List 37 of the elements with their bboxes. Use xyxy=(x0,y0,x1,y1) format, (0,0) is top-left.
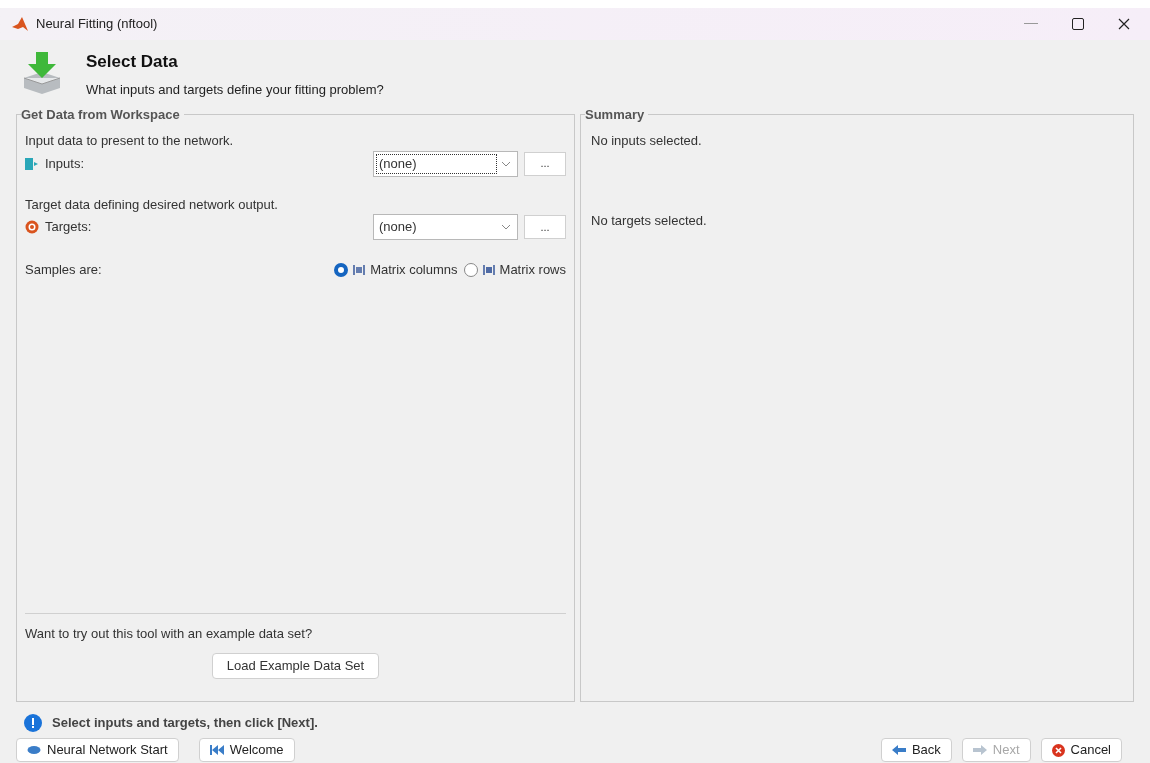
info-icon xyxy=(24,714,42,732)
summary-text: No inputs selected. xyxy=(591,132,703,150)
right-arrow-icon xyxy=(972,745,987,755)
matrix-rows-icon xyxy=(482,263,495,276)
window-title: Neural Fitting (nftool) xyxy=(36,15,158,34)
page-subtitle: What inputs and targets define your fitting problem? xyxy=(86,81,384,99)
samples-label: Samples are: xyxy=(25,261,102,279)
data-dropdown[interactable]: (none) xyxy=(373,214,518,240)
input-arrow-icon xyxy=(25,156,39,171)
cancel-button[interactable]: Cancel xyxy=(1040,738,1122,762)
maximize-icon[interactable] xyxy=(1072,18,1084,30)
back-button[interactable]: Back xyxy=(880,738,952,762)
data-dropdown[interactable]: (none) xyxy=(373,150,518,177)
field-description: Input data to present to the network. xyxy=(25,132,235,150)
cancel-icon xyxy=(1051,743,1065,757)
page-title: Select Data xyxy=(86,51,179,73)
left-arrow-icon xyxy=(891,745,906,755)
sample-orientation-radio[interactable]: Matrix rows xyxy=(463,260,566,280)
start-button[interactable]: Neural Network Start xyxy=(16,738,179,762)
field-description: Target data defining desired network output. xyxy=(25,195,279,214)
summary-text: No targets selected. xyxy=(591,211,708,230)
field-label: Inputs: xyxy=(45,154,85,173)
rewind-icon xyxy=(209,745,224,755)
welcome-button[interactable]: Welcome xyxy=(198,738,295,762)
close-icon[interactable] xyxy=(1118,18,1130,30)
browse-button[interactable]: ... xyxy=(524,151,566,176)
chevron-down-icon xyxy=(501,160,511,167)
sample-orientation-radio[interactable]: Matrix columns xyxy=(334,260,458,280)
status-message: Select inputs and targets, then click [Next]. xyxy=(52,714,318,733)
target-icon xyxy=(25,220,39,234)
matrix-columns-icon xyxy=(353,263,366,276)
load-example-button[interactable]: Load Example Data Set xyxy=(211,653,380,679)
browse-button[interactable]: ... xyxy=(524,215,566,239)
matlab-logo-icon xyxy=(12,17,28,31)
example-prompt: Want to try out this tool with an example data set? xyxy=(25,624,314,643)
chevron-down-icon xyxy=(501,224,511,230)
field-label: Targets: xyxy=(45,218,92,237)
